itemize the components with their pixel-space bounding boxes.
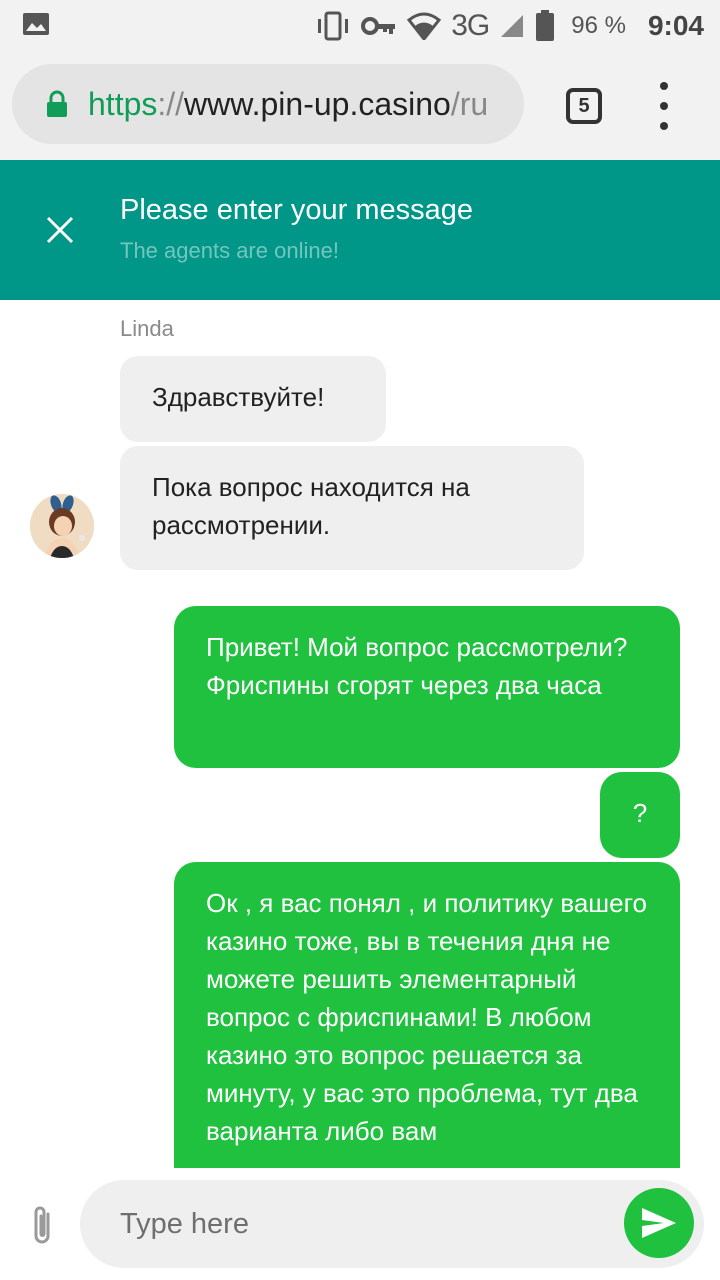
url-host: www.pin-up.casino bbox=[184, 85, 451, 122]
battery-icon bbox=[536, 10, 555, 41]
tab-switcher-button[interactable]: 5 bbox=[566, 88, 602, 124]
incoming-message: Пока вопрос находится на рассмотрении. bbox=[120, 446, 584, 570]
url-scheme: https bbox=[88, 85, 158, 122]
url-text: https://www.pin-up.casino/ru bbox=[88, 86, 488, 123]
clock: 9:04 bbox=[647, 10, 704, 41]
address-bar[interactable]: https://www.pin-up.casino/ru bbox=[12, 64, 524, 144]
composer bbox=[0, 1168, 720, 1280]
vibrate-icon bbox=[318, 11, 349, 41]
status-bar: 3G 96 % 9:04 bbox=[0, 0, 720, 52]
agent-avatar bbox=[30, 494, 94, 558]
image-icon bbox=[23, 13, 49, 35]
close-icon[interactable] bbox=[36, 210, 84, 250]
message-input[interactable] bbox=[120, 1180, 600, 1268]
wifi-icon bbox=[407, 12, 442, 40]
outgoing-message: Ок , я вас понял , и политику вашего каз… bbox=[174, 862, 680, 1168]
outgoing-message: ? bbox=[600, 772, 680, 858]
url-path: /ru bbox=[450, 85, 489, 122]
chat-header: Please enter your message The agents are… bbox=[0, 160, 720, 300]
vpn-key-icon bbox=[361, 17, 396, 35]
status-icons: 3G 96 % 9:04 bbox=[315, 0, 704, 52]
message-list[interactable]: Linda Здравствуйте! Пока вопрос находитс… bbox=[0, 300, 720, 1168]
outgoing-message: Привет! Мой вопрос рассмотрели? Фриспины… bbox=[174, 606, 680, 768]
url-separator: :// bbox=[157, 85, 185, 122]
network-type: 3G bbox=[451, 9, 490, 42]
send-button[interactable] bbox=[624, 1188, 694, 1258]
tab-count: 5 bbox=[578, 94, 590, 117]
agents-status: The agents are online! bbox=[120, 238, 339, 263]
browser-toolbar: https://www.pin-up.casino/ru 5 bbox=[0, 52, 720, 160]
message-input-container bbox=[80, 1180, 704, 1268]
battery-percent: 96 % bbox=[571, 12, 626, 39]
overflow-menu-icon[interactable] bbox=[650, 82, 678, 130]
signal-icon bbox=[501, 15, 524, 37]
chat-title: Please enter your message bbox=[120, 194, 474, 226]
lock-icon bbox=[47, 90, 67, 117]
paperclip-icon[interactable] bbox=[28, 1204, 58, 1248]
send-icon bbox=[642, 1208, 676, 1238]
agent-avatar-image bbox=[30, 494, 94, 558]
incoming-message: Здравствуйте! bbox=[120, 356, 386, 442]
agent-name: Linda bbox=[120, 316, 174, 341]
